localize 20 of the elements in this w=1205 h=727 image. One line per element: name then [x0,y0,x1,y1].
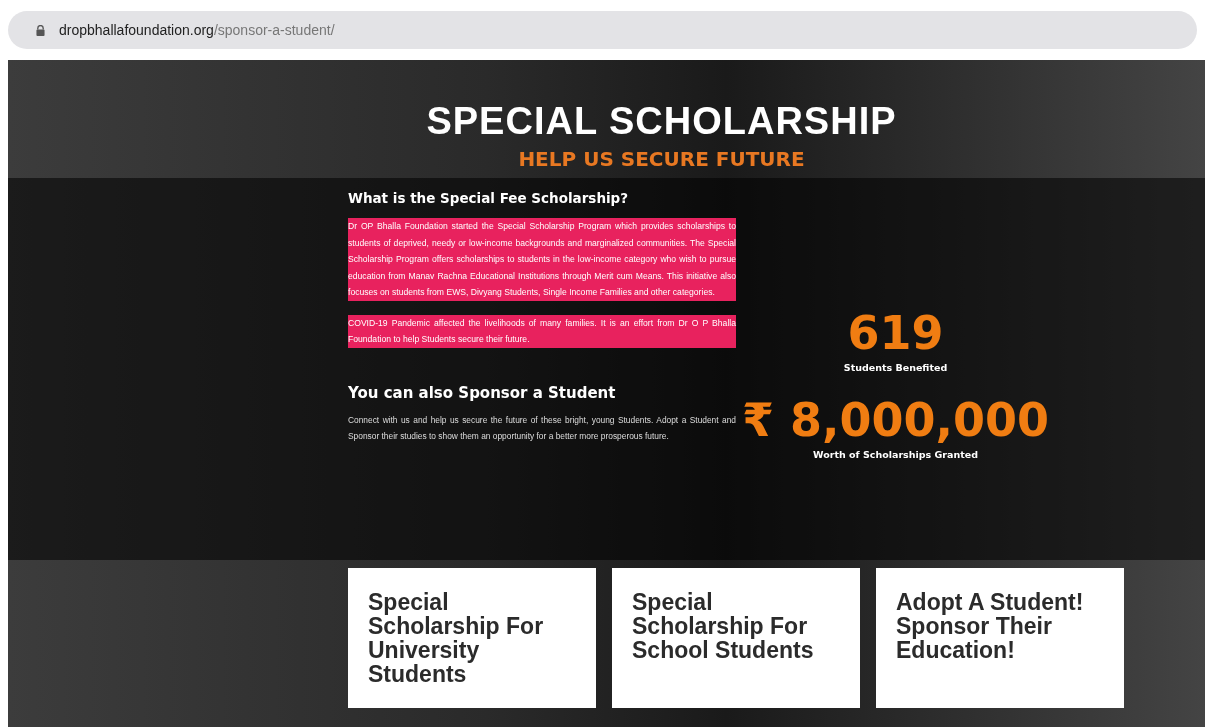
paragraph: Dr OP Bhalla Foundation started the Special Scholarship Program which provides scholarships to students of deprived, needy or low-income backgrounds and marginalized communities. The Special Scholarship Program offers scholarships to students in the low-income category who wish to pursue education from Manav Rachna Educational Institutions through Merit cum Means. This initiative also focuses on students from EWS, Divyang Students, Single Income Families and other categories. [348,218,736,301]
section-heading: What is the Special Fee Scholarship? [348,190,630,206]
scholarship-card[interactable]: Special Scholarship For University Students [348,568,596,708]
card-title: Special Scholarship For School Students [632,590,815,662]
card-title: Adopt A Student! Sponsor Their Education! [896,590,1085,662]
card-title: Special Scholarship For University Students [368,590,545,686]
scholarship-card[interactable]: Adopt A Student! Sponsor Their Education! [876,568,1124,708]
page-subtitle: HELP US SECURE FUTURE [518,147,805,171]
page-title: SPECIAL SCHOLARSHIP [426,100,897,143]
url-text: dropbhallafoundation.org/sponsor-a-student/ [59,22,335,38]
stat-value: 619 [847,308,944,358]
section-heading: You can also Sponsor a Student [348,383,617,402]
stat-value: ₹ 8,000,000 [742,395,1049,445]
address-bar[interactable]: dropbhallafoundation.org/sponsor-a-student/ [8,11,1197,49]
paragraph: Connect with us and help us secure the future of these bright, young Students. Adopt a Student and Sponsor their studies to show them an opportunity for a better more prosperous future. [348,413,736,443]
paragraph: COVID-19 Pandemic affected the livelihoods of many families. It is an effort from Dr O P Bhalla Foundation to help Students secure their future. [348,314,736,348]
scholarship-card[interactable]: Special Scholarship For School Students [612,568,860,708]
lock-icon [36,24,45,36]
stat-label: Worth of Scholarships Granted [813,449,978,460]
stat-label: Students Benefited [843,362,948,373]
